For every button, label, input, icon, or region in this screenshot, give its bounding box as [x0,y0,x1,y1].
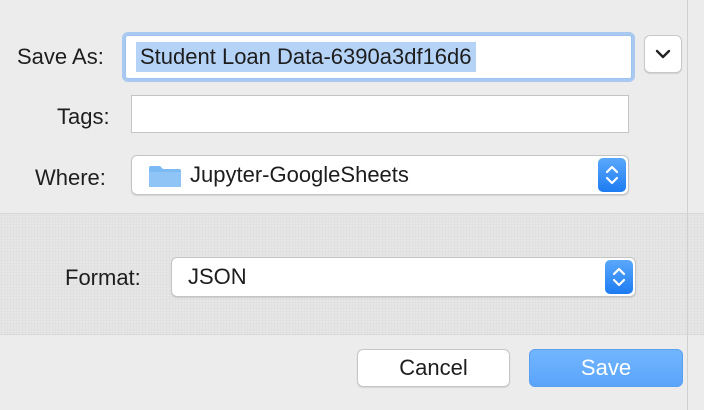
tags-input[interactable] [131,95,629,133]
where-popup[interactable]: Jupyter-GoogleSheets [131,155,629,195]
cancel-button[interactable]: Cancel [357,349,510,387]
expand-dialog-button[interactable] [644,35,682,73]
folder-icon [149,166,181,187]
where-value: Jupyter-GoogleSheets [190,162,409,187]
up-down-stepper-icon [605,165,619,185]
divider [0,334,704,335]
up-down-stepper-icon [612,267,626,287]
save-as-field[interactable]: Student Loan Data-6390a3df16d6 [125,35,632,79]
where-stepper[interactable] [598,158,626,192]
tags-label: Tags: [57,104,110,129]
chevron-down-icon [655,49,671,59]
save-as-label: Save As: [17,44,104,69]
format-label: Format: [65,265,141,290]
format-popup[interactable]: JSON [171,257,636,297]
format-stepper[interactable] [605,260,633,294]
where-label: Where: [35,165,106,190]
save-button[interactable]: Save [529,349,683,387]
format-value: JSON [188,264,247,289]
filename-selection: Student Loan Data-6390a3df16d6 [136,42,476,72]
window-edge [687,0,688,410]
